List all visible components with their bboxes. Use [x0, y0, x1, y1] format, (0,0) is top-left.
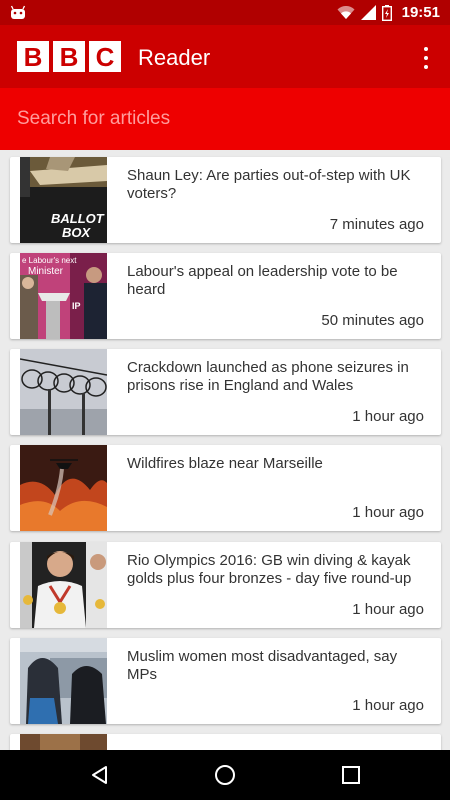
- article-timestamp: 50 minutes ago: [321, 312, 424, 329]
- overflow-menu-icon[interactable]: [416, 47, 436, 69]
- svg-text:IP: IP: [72, 301, 81, 311]
- article-thumbnail: [20, 542, 107, 628]
- signal-icon: [360, 5, 376, 20]
- search-input[interactable]: [0, 88, 450, 150]
- article-card[interactable]: Rio Olympics 2016: GB win diving & kayak…: [10, 542, 441, 628]
- article-card[interactable]: [10, 734, 441, 750]
- article-card[interactable]: Muslim women most disadvantaged, say MPs…: [10, 638, 441, 724]
- article-thumbnail: [20, 349, 107, 435]
- article-timestamp: 1 hour ago: [352, 697, 424, 714]
- article-timestamp: 7 minutes ago: [329, 216, 424, 233]
- article-list[interactable]: BALLOT BOX Shaun Ley: Are parties out-of…: [0, 150, 450, 750]
- article-card[interactable]: Crackdown launched as phone seizures in …: [10, 349, 441, 435]
- article-thumbnail: BALLOT BOX: [20, 157, 107, 243]
- article-thumbnail: [20, 638, 107, 724]
- svg-text:e Labour's next: e Labour's next: [22, 256, 77, 265]
- svg-text:BOX: BOX: [62, 225, 92, 240]
- bbc-logo-letter: B: [17, 41, 49, 72]
- article-thumbnail: e Labour's next Minister IP: [20, 253, 107, 339]
- status-bar: 19:51: [0, 0, 450, 25]
- bbc-logo-letter: C: [89, 41, 121, 72]
- article-card[interactable]: Wildfires blaze near Marseille 1 hour ag…: [10, 445, 441, 531]
- back-icon[interactable]: [88, 763, 112, 787]
- article-timestamp: 1 hour ago: [352, 601, 424, 618]
- article-card[interactable]: e Labour's next Minister IP Labour's app…: [10, 253, 441, 339]
- recents-icon[interactable]: [339, 763, 363, 787]
- article-timestamp: 1 hour ago: [352, 504, 424, 521]
- article-headline: Rio Olympics 2016: GB win diving & kayak…: [127, 552, 412, 587]
- search-bar: [0, 88, 450, 150]
- bbc-logo-letter: B: [53, 41, 85, 72]
- home-icon[interactable]: [213, 763, 237, 787]
- android-icon: [10, 5, 26, 19]
- navigation-bar: [0, 750, 450, 800]
- ballot-box-text: BALLOT: [51, 211, 105, 226]
- article-headline: Muslim women most disadvantaged, say MPs: [127, 648, 398, 683]
- status-time: 19:51: [401, 4, 440, 21]
- article-timestamp: 1 hour ago: [352, 408, 424, 425]
- bbc-logo: B B C: [17, 41, 121, 72]
- battery-icon: [381, 4, 392, 21]
- article-headline: Shaun Ley: Are parties out-of-step with …: [127, 167, 411, 202]
- app-title: Reader: [138, 45, 211, 70]
- article-thumbnail: [20, 445, 107, 531]
- article-thumbnail: [20, 734, 107, 750]
- app-bar: B B C Reader: [0, 25, 450, 88]
- wifi-icon: [337, 5, 355, 19]
- article-headline: Wildfires blaze near Marseille: [127, 455, 323, 472]
- article-headline: Crackdown launched as phone seizures in …: [127, 359, 409, 394]
- article-card[interactable]: BALLOT BOX Shaun Ley: Are parties out-of…: [10, 157, 441, 243]
- article-headline: Labour's appeal on leadership vote to be…: [127, 263, 398, 298]
